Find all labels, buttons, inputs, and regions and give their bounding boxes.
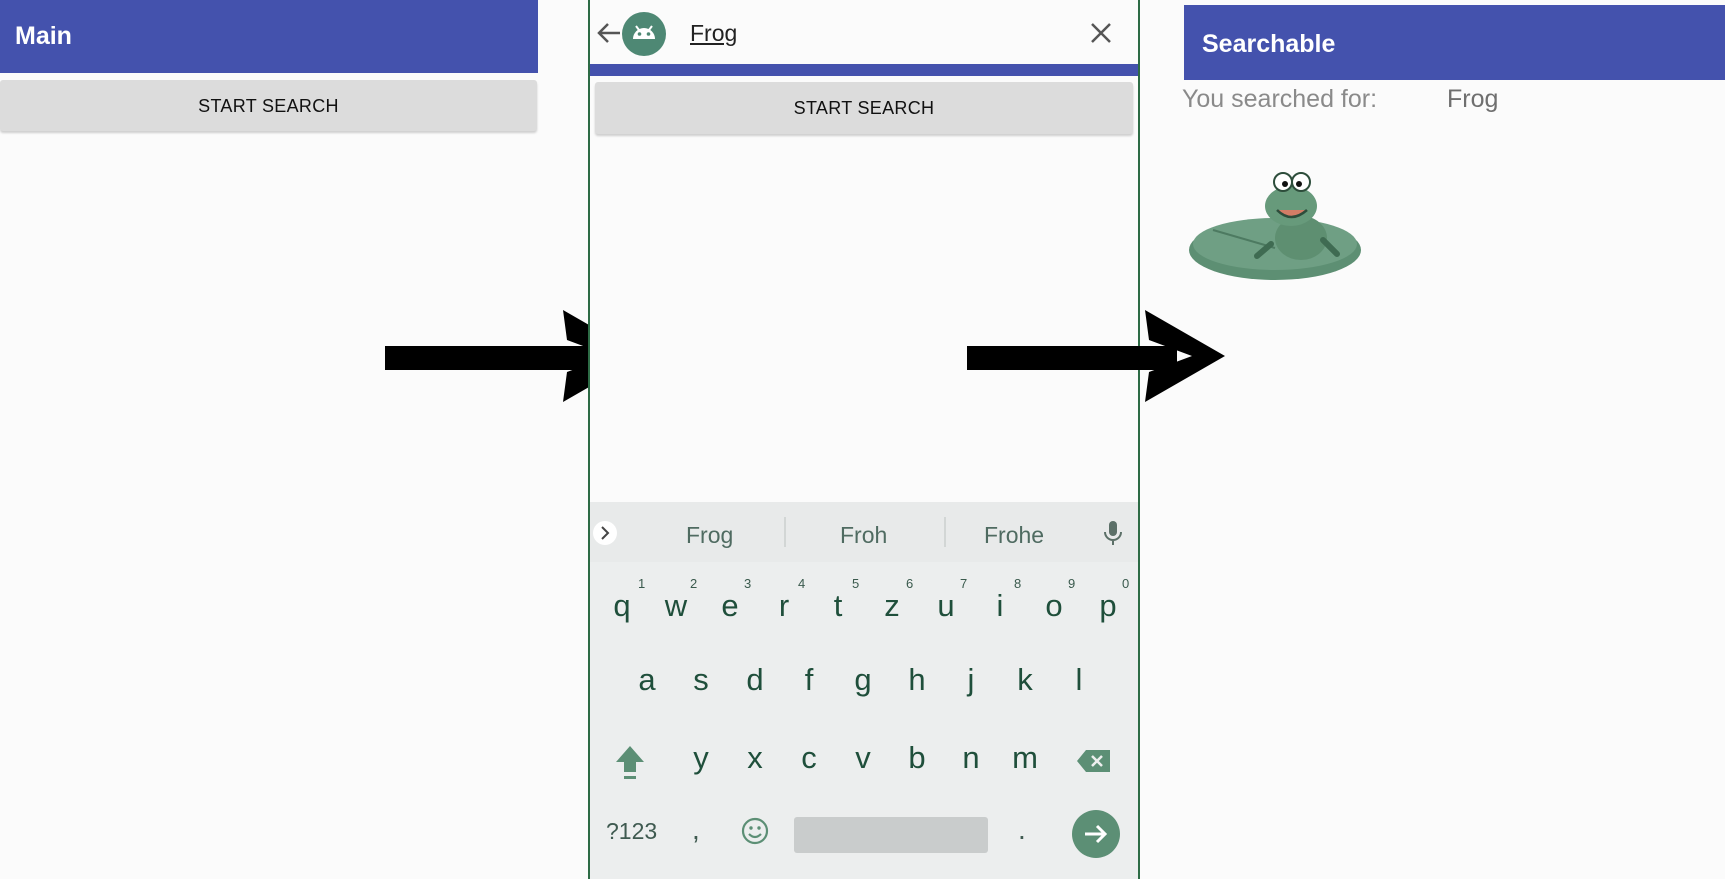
suggestion-bar: Frog Froh Frohe	[590, 502, 1138, 562]
search-query-input[interactable]: Frog	[690, 20, 737, 47]
key-k[interactable]: k	[1005, 662, 1045, 698]
key-a[interactable]: a	[627, 662, 667, 698]
result-value: Frog	[1447, 85, 1499, 113]
key-r[interactable]: r	[764, 588, 804, 624]
suggestion-3[interactable]: Frohe	[984, 522, 1044, 549]
key-f[interactable]: f	[789, 662, 829, 698]
flow-arrow-2	[967, 310, 1225, 402]
key-j[interactable]: j	[951, 662, 991, 698]
emoji-icon[interactable]	[740, 816, 770, 846]
key-s[interactable]: s	[681, 662, 721, 698]
suggestion-divider	[944, 517, 946, 547]
key-c[interactable]: c	[789, 740, 829, 776]
suggestion-divider	[784, 517, 786, 547]
keyboard-row-2: a s d f g h j k l	[590, 652, 1138, 712]
android-icon	[622, 12, 666, 56]
key-q[interactable]: q	[602, 588, 642, 624]
searchable-app-bar: Searchable	[1184, 5, 1725, 80]
keyboard-row-1: 1 q 2 w 3 e 4 r 5 t 6 z 7 u 8 i 9 o 0 p	[590, 570, 1138, 630]
result-label: You searched for:	[1182, 85, 1378, 113]
key-n[interactable]: n	[951, 740, 991, 776]
start-search-button[interactable]: START SEARCH	[0, 80, 537, 131]
key-u[interactable]: u	[926, 588, 966, 624]
suggestion-1[interactable]: Frog	[686, 522, 733, 549]
key-t[interactable]: t	[818, 588, 858, 624]
searchable-title: Searchable	[1202, 30, 1336, 58]
key-period[interactable]: .	[1018, 814, 1026, 846]
key-symbols[interactable]: ?123	[606, 818, 657, 845]
main-app-bar: Main	[0, 0, 538, 73]
soft-keyboard: Frog Froh Frohe 1 q 2 w 3 e 4 r 5 t 6 z …	[590, 502, 1138, 879]
microphone-icon[interactable]	[1103, 519, 1123, 547]
key-e[interactable]: e	[710, 588, 750, 624]
main-screen: Main START SEARCH	[0, 0, 538, 879]
key-l[interactable]: l	[1059, 662, 1099, 698]
main-title: Main	[15, 22, 72, 50]
close-icon[interactable]	[1088, 20, 1114, 46]
key-m[interactable]: m	[1005, 740, 1045, 776]
key-comma[interactable]: ,	[692, 814, 700, 846]
chevron-right-icon[interactable]	[592, 520, 618, 546]
shift-icon[interactable]	[612, 742, 648, 782]
key-z[interactable]: z	[872, 588, 912, 624]
suggestion-2[interactable]: Froh	[840, 522, 887, 549]
enter-key[interactable]	[1072, 810, 1120, 858]
key-w[interactable]: w	[656, 588, 696, 624]
key-i[interactable]: i	[980, 588, 1020, 624]
key-p[interactable]: p	[1088, 588, 1128, 624]
key-b[interactable]: b	[897, 740, 937, 776]
space-bar[interactable]	[794, 817, 988, 853]
key-g[interactable]: g	[843, 662, 883, 698]
key-o[interactable]: o	[1034, 588, 1074, 624]
search-underline-bar	[590, 64, 1138, 76]
key-x[interactable]: x	[735, 740, 775, 776]
key-h[interactable]: h	[897, 662, 937, 698]
frog-image	[1189, 172, 1361, 280]
start-search-button-2[interactable]: START SEARCH	[595, 82, 1133, 134]
keyboard-row-3: y x c v b n m	[590, 730, 1138, 790]
search-screen: Frog START SEARCH Frog Froh Frohe 1 q 2 …	[588, 0, 1140, 879]
arrow-forward-icon	[1085, 824, 1108, 844]
arrow-back-icon[interactable]	[596, 20, 622, 46]
key-v[interactable]: v	[843, 740, 883, 776]
search-toolbar: Frog	[590, 0, 1138, 64]
key-d[interactable]: d	[735, 662, 775, 698]
backspace-icon[interactable]	[1076, 748, 1112, 774]
key-y[interactable]: y	[681, 740, 721, 776]
